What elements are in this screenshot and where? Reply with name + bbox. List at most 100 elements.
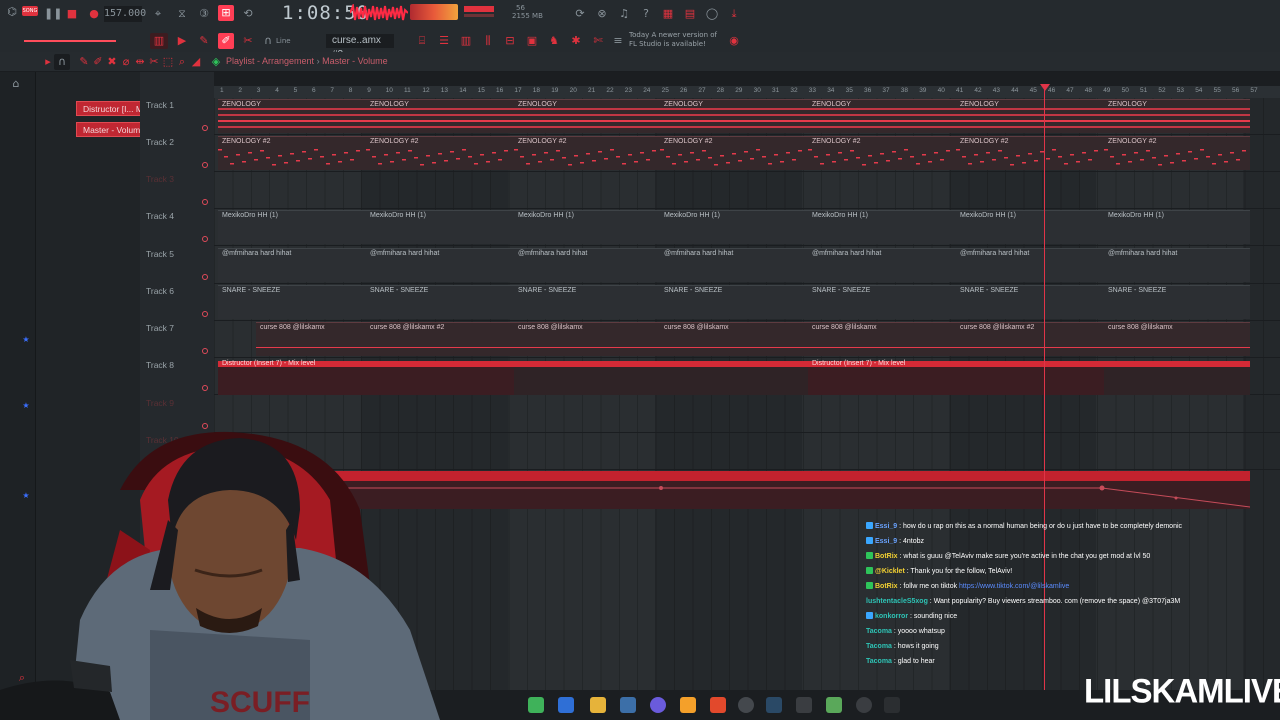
pattern-clip[interactable]: curse 808 @lilskamx [660, 322, 808, 356]
browser-home-icon[interactable]: ⌂ [8, 76, 24, 92]
track-mute-toggle[interactable] [202, 199, 208, 205]
pattern-clip[interactable]: SNARE - SNEEZE [218, 285, 366, 319]
pattern-clip[interactable]: ZENOLOGY #2 [660, 136, 808, 170]
step-edit-icon[interactable]: ⊞ [218, 5, 234, 21]
track-mute-toggle[interactable] [202, 311, 208, 317]
track-name[interactable]: Track 3 [146, 174, 174, 184]
pattern-clip[interactable]: SNARE - SNEEZE [956, 285, 1104, 319]
breadcrumb-playlist[interactable]: Playlist - Arrangement [226, 56, 314, 66]
plugin-picker-icon[interactable]: ♞ [546, 33, 562, 49]
help-icon[interactable]: ? [638, 6, 654, 22]
pattern-selector[interactable]: curse..amx #2 [326, 34, 394, 60]
metronome-icon[interactable]: ⌖ [150, 6, 166, 22]
pattern-clip[interactable]: ZENOLOGY [514, 99, 662, 133]
pattern-clip[interactable]: ZENOLOGY [956, 99, 1104, 133]
pattern-clip[interactable]: SNARE - SNEEZE [660, 285, 808, 319]
pattern-clip[interactable]: SNARE - SNEEZE [514, 285, 662, 319]
touch-icon[interactable]: ✱ [568, 33, 584, 49]
record-icon[interactable]: ● [86, 6, 102, 22]
store-icon[interactable] [620, 697, 636, 713]
record-list-icon[interactable]: ▣ [524, 33, 540, 49]
pattern-clip[interactable]: curse 808 @lilskamx [514, 322, 662, 356]
track-name[interactable]: Track 2 [146, 137, 174, 147]
pattern-clip[interactable]: ZENOLOGY #2 [808, 136, 956, 170]
discord-icon[interactable] [650, 697, 666, 713]
automation-clip-tail[interactable] [514, 361, 808, 395]
track-mute-toggle[interactable] [202, 236, 208, 242]
track-name[interactable]: Track 4 [146, 211, 174, 221]
loop-record-icon[interactable]: ⟲ [240, 6, 256, 22]
track-mute-toggle[interactable] [202, 125, 208, 131]
pattern-clip[interactable]: MexikoDro HH (1) [366, 210, 514, 244]
tools-icon[interactable]: ☰ [436, 33, 452, 49]
snap-selector[interactable]: Line [276, 34, 291, 48]
pattern-clip[interactable]: ZENOLOGY [660, 99, 808, 133]
pattern-clip[interactable]: curse 808 @lilskamx [808, 322, 956, 356]
pattern-clip[interactable]: ZENOLOGY [218, 99, 366, 133]
magnet-icon[interactable]: ∩ [260, 33, 276, 49]
pattern-clip[interactable]: MexikoDro HH (1) [218, 210, 366, 244]
pattern-clip[interactable]: ZENOLOGY #2 [218, 136, 366, 170]
pattern-clip[interactable]: @mfmihara hard hihat [660, 248, 808, 282]
pattern-clip[interactable]: SNARE - SNEEZE [366, 285, 514, 319]
draw-mode-icon[interactable]: ✐ [218, 33, 234, 49]
app-icon-1[interactable] [528, 697, 544, 713]
folder-icon[interactable] [590, 697, 606, 713]
automation-clip-tail-2[interactable] [1104, 361, 1250, 395]
track-mute-toggle[interactable] [202, 385, 208, 391]
download-icon[interactable]: ⤓ [726, 6, 742, 22]
pattern-clip[interactable]: ZENOLOGY #2 [514, 136, 662, 170]
snap-arrows-icon[interactable]: ◈ [208, 54, 224, 70]
track-mute-toggle[interactable] [202, 423, 208, 429]
fl-studio-icon[interactable] [680, 697, 696, 713]
track-name[interactable]: Track 5 [146, 249, 174, 259]
pattern-clip[interactable]: curse 808 @lilskamx #2 [956, 322, 1104, 356]
playback-tool-icon[interactable]: ◢ [188, 54, 204, 70]
browser-icon[interactable]: ⌸ [414, 33, 430, 49]
scissors-icon[interactable]: ✄ [590, 33, 606, 49]
chat-link[interactable]: https://www.tiktok.com/@lilskamlive [959, 583, 1069, 590]
pattern-clip[interactable]: @mfmihara hard hihat [514, 248, 662, 282]
stop-icon[interactable]: ■ [64, 6, 80, 22]
pattern-clip[interactable]: @mfmihara hard hihat [1104, 248, 1250, 282]
automation-clip-2[interactable]: Distructor (Insert 7) - Mix level [808, 360, 1104, 395]
playhead-marker-icon[interactable] [1040, 84, 1050, 91]
pattern-clip[interactable]: MexikoDro HH (1) [514, 210, 662, 244]
pattern-clip[interactable]: MexikoDro HH (1) [956, 210, 1104, 244]
pattern-clip[interactable]: MexikoDro HH (1) [1104, 210, 1250, 244]
pattern-clip[interactable]: ZENOLOGY [366, 99, 514, 133]
pattern-clip[interactable]: ZENOLOGY [808, 99, 956, 133]
pattern-clip[interactable]: curse 808 @lilskamx #2 [366, 322, 514, 356]
tempo-display[interactable]: 157.000 [104, 6, 146, 22]
star-icon-2[interactable]: ★ [18, 398, 34, 414]
track-name[interactable]: Track 6 [146, 286, 174, 296]
track-mute-toggle[interactable] [202, 348, 208, 354]
track-name[interactable]: Track 8 [146, 360, 174, 370]
piano-roll-icon[interactable]: ▦ [660, 6, 676, 22]
timeline-ruler[interactable]: 1 2 3 4 5 6 7 8 9 10 11 12 13 14 15 16 17 18 19 20 21 22 23 24 2… [214, 86, 1280, 98]
pattern-clip[interactable]: curse 808 @lilskamx [1104, 322, 1250, 356]
app-icon-12[interactable] [856, 697, 872, 713]
master-volume-slider[interactable] [24, 40, 116, 42]
song-mode-toggle[interactable]: SONG [22, 6, 38, 16]
track-name[interactable]: Track 7 [146, 323, 174, 333]
track-name[interactable]: Track 9 [146, 398, 174, 408]
star-icon[interactable]: ★ [18, 332, 34, 348]
list-icon[interactable]: ≡ [610, 33, 626, 49]
pause-icon[interactable]: ❚❚ [44, 6, 62, 22]
pattern-clip[interactable]: @mfmihara hard hihat [366, 248, 514, 282]
pattern-clip[interactable]: ZENOLOGY [1104, 99, 1250, 133]
chat-icon[interactable]: ◯ [704, 6, 720, 22]
menu-icon[interactable]: ⌬ [4, 4, 20, 20]
steam-icon[interactable] [766, 697, 782, 713]
pattern-clip[interactable]: @mfmihara hard hihat [218, 248, 366, 282]
update-notice[interactable]: Today A newer version of FL Studio is av… [629, 31, 717, 49]
pattern-clip[interactable]: SNARE - SNEEZE [808, 285, 956, 319]
pattern-clip[interactable]: @mfmihara hard hihat [808, 248, 956, 282]
mixer-icon[interactable]: ⊗ [594, 6, 610, 22]
pattern-play-icon[interactable]: ▶ [174, 33, 190, 49]
layout-icon[interactable]: ⊟ [502, 33, 518, 49]
plugin-icon[interactable]: ⫼ [480, 33, 496, 49]
channel-rack-icon[interactable]: ▤ [682, 6, 698, 22]
paint-icon[interactable]: ✂ [240, 33, 256, 49]
